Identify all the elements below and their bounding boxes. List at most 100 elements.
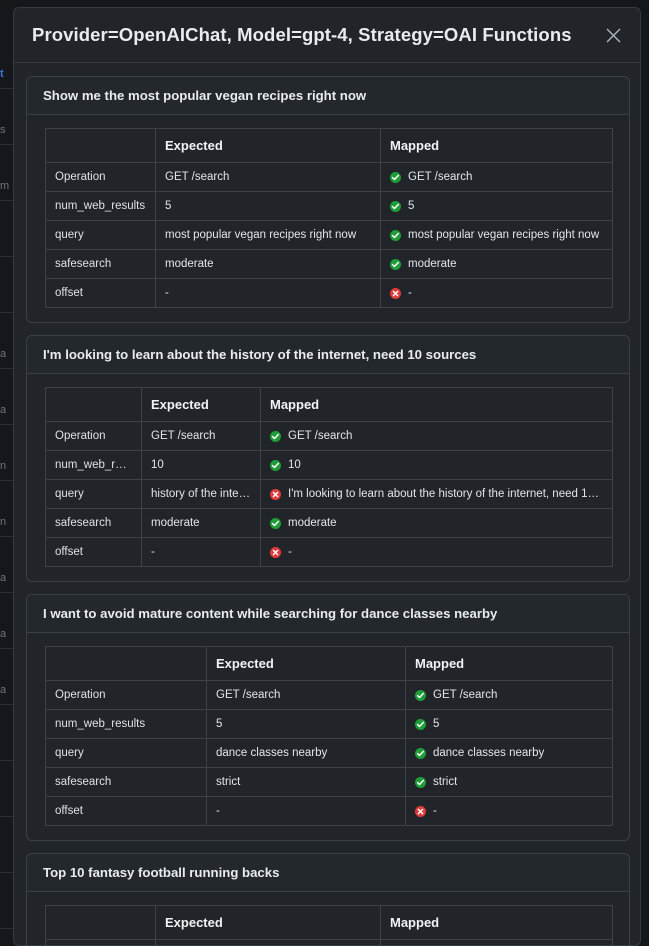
mapped-value-wrapper: GET /search	[270, 430, 603, 442]
table-header-row: Expected Mapped	[45, 128, 613, 163]
case-title: I want to avoid mature content while sea…	[43, 606, 498, 621]
check-circle-icon	[415, 689, 426, 701]
comparison-table: ExpectedMappedOperationGET /searchGET /s…	[45, 646, 613, 826]
field-name-cell: safesearch	[45, 249, 156, 279]
case-card-header: I'm looking to learn about the history o…	[27, 336, 629, 374]
background-row	[0, 788, 13, 817]
expected-value-cell: 10	[141, 450, 261, 480]
table-row: num_web_results 5 5	[45, 709, 613, 739]
table-header-mapped: Mapped	[260, 387, 613, 422]
field-name-cell: Operation	[45, 421, 142, 451]
mapped-value-cell: moderate	[260, 508, 613, 538]
case-card: Top 10 fantasy football running backs Exp…	[26, 853, 630, 945]
case-title: Top 10 fantasy football running backs	[43, 865, 280, 880]
case-card: I'm looking to learn about the history o…	[26, 335, 630, 582]
field-name-cell: query	[45, 479, 142, 509]
mapped-value-text: -	[408, 287, 412, 299]
x-circle-icon	[270, 488, 281, 500]
expected-value-cell: history of the internet	[141, 479, 261, 509]
close-icon[interactable]	[600, 22, 626, 48]
mapped-value-cell: -	[405, 796, 613, 826]
case-card: Show me the most popular vegan recipes r…	[26, 76, 630, 323]
check-circle-icon	[270, 459, 281, 471]
background-row: a	[0, 396, 13, 425]
mapped-value-text: 10	[288, 459, 301, 471]
background-row: a	[0, 564, 13, 593]
modal-header: Provider=OpenAIChat, Model=gpt-4, Strate…	[14, 8, 640, 63]
mapped-value-text: most popular vegan recipes right now	[408, 229, 600, 241]
mapped-value-cell: 5	[380, 191, 613, 221]
x-circle-icon	[390, 287, 401, 299]
field-name-cell: num_web_results	[45, 450, 142, 480]
x-circle-icon	[415, 805, 426, 817]
comparison-table: ExpectedMappedOperationGET /searchGET /s…	[45, 387, 613, 567]
mapped-value-wrapper: 5	[390, 200, 603, 212]
check-circle-icon	[390, 229, 401, 241]
case-title: I'm looking to learn about the history o…	[43, 347, 477, 362]
expected-value-cell: GET /search	[155, 162, 381, 192]
table-header-expected: Expected	[155, 905, 381, 940]
mapped-value-wrapper: 5	[415, 718, 603, 730]
mapped-value-cell: moderate	[380, 249, 613, 279]
mapped-value-wrapper: dance classes nearby	[415, 747, 603, 759]
table-header-row: Expected Mapped	[45, 905, 613, 940]
table-row: offset - -	[45, 796, 613, 826]
background-row: a	[0, 620, 13, 649]
mapped-value-wrapper: GET /search	[415, 689, 603, 701]
mapped-value-cell: GET /search	[380, 162, 613, 192]
modal-body[interactable]: Show me the most popular vegan recipes r…	[14, 63, 640, 945]
table-row: safesearch moderate moderate	[45, 508, 613, 538]
field-name-cell: offset	[45, 796, 207, 826]
comparison-table: ExpectedMappedOperationGET /searchGET /s…	[45, 905, 613, 945]
expected-value-cell: -	[155, 278, 381, 308]
table-row: OperationGET /searchGET /search	[45, 939, 613, 945]
mapped-value-wrapper: moderate	[270, 517, 603, 529]
table-row: OperationGET /searchGET /search	[45, 162, 613, 192]
expected-value-cell: most popular vegan recipes right now	[155, 220, 381, 250]
table-row: query most popular vegan recipes right no…	[45, 220, 613, 250]
mapped-value-text: I'm looking to learn about the history o…	[288, 488, 603, 500]
case-card-header: I want to avoid mature content while sea…	[27, 595, 629, 633]
case-card-body: ExpectedMappedOperationGET /searchGET /s…	[27, 374, 629, 581]
case-card-header: Show me the most popular vegan recipes r…	[27, 77, 629, 115]
table-header-row: Expected Mapped	[45, 387, 613, 422]
field-name-cell: num_web_results	[45, 191, 156, 221]
table-row: query history of the internet I'm looking …	[45, 479, 613, 509]
table-row: num_web_results 10 10	[45, 450, 613, 480]
table-header-mapped: Mapped	[380, 128, 613, 163]
expected-value-cell: dance classes nearby	[206, 738, 406, 768]
background-row: n	[0, 508, 13, 537]
background-row: a	[0, 676, 13, 705]
mapped-value-cell: 5	[405, 709, 613, 739]
field-name-cell: offset	[45, 278, 156, 308]
table-row: safesearch moderate moderate	[45, 249, 613, 279]
expected-value-cell: strict	[206, 767, 406, 797]
background-row: a	[0, 340, 13, 369]
mapped-value-wrapper: -	[270, 546, 603, 558]
case-card: I want to avoid mature content while sea…	[26, 594, 630, 841]
mapped-value-text: strict	[433, 776, 458, 788]
mapped-value-wrapper: -	[415, 805, 603, 817]
mapped-value-wrapper: most popular vegan recipes right now	[390, 229, 603, 241]
table-header-expected: Expected	[155, 128, 381, 163]
field-name-cell: Operation	[45, 939, 156, 945]
check-circle-icon	[390, 171, 401, 183]
field-name-cell: query	[45, 220, 156, 250]
mapped-value-wrapper: I'm looking to learn about the history o…	[270, 488, 603, 500]
table-row: OperationGET /searchGET /search	[45, 680, 613, 710]
field-name-cell: Operation	[45, 162, 156, 192]
background-row	[0, 284, 13, 313]
table-header-expected: Expected	[206, 646, 406, 681]
background-row	[0, 228, 13, 257]
field-name-cell: safesearch	[45, 767, 207, 797]
mapped-value-text: moderate	[408, 258, 457, 270]
table-header-blank	[45, 646, 207, 681]
expected-value-cell: moderate	[141, 508, 261, 538]
mapped-value-text: -	[288, 546, 292, 558]
mapped-value-text: GET /search	[288, 430, 353, 442]
mapped-value-cell: dance classes nearby	[405, 738, 613, 768]
expected-value-cell: 5	[155, 191, 381, 221]
table-row: num_web_results 5 5	[45, 191, 613, 221]
table-row: offset - -	[45, 278, 613, 308]
table-header-expected: Expected	[141, 387, 261, 422]
